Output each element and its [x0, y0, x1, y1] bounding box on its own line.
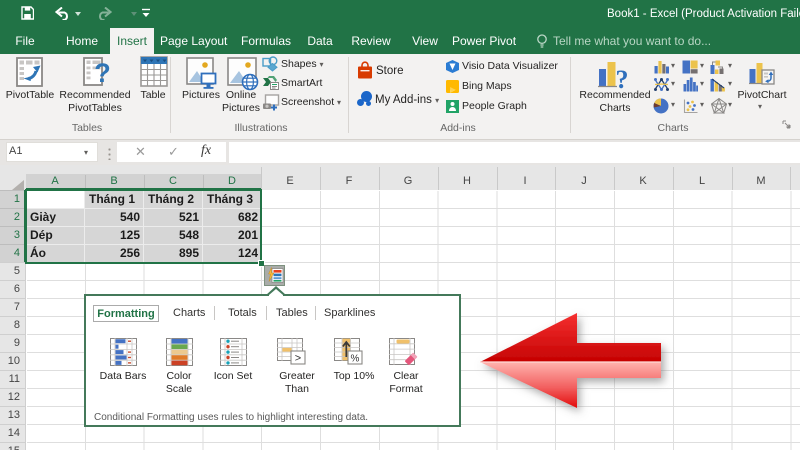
- svg-text:>: >: [295, 353, 301, 365]
- svg-text:?: ?: [616, 65, 629, 93]
- svg-text:%: %: [351, 354, 360, 365]
- svg-text:?: ?: [94, 58, 111, 87]
